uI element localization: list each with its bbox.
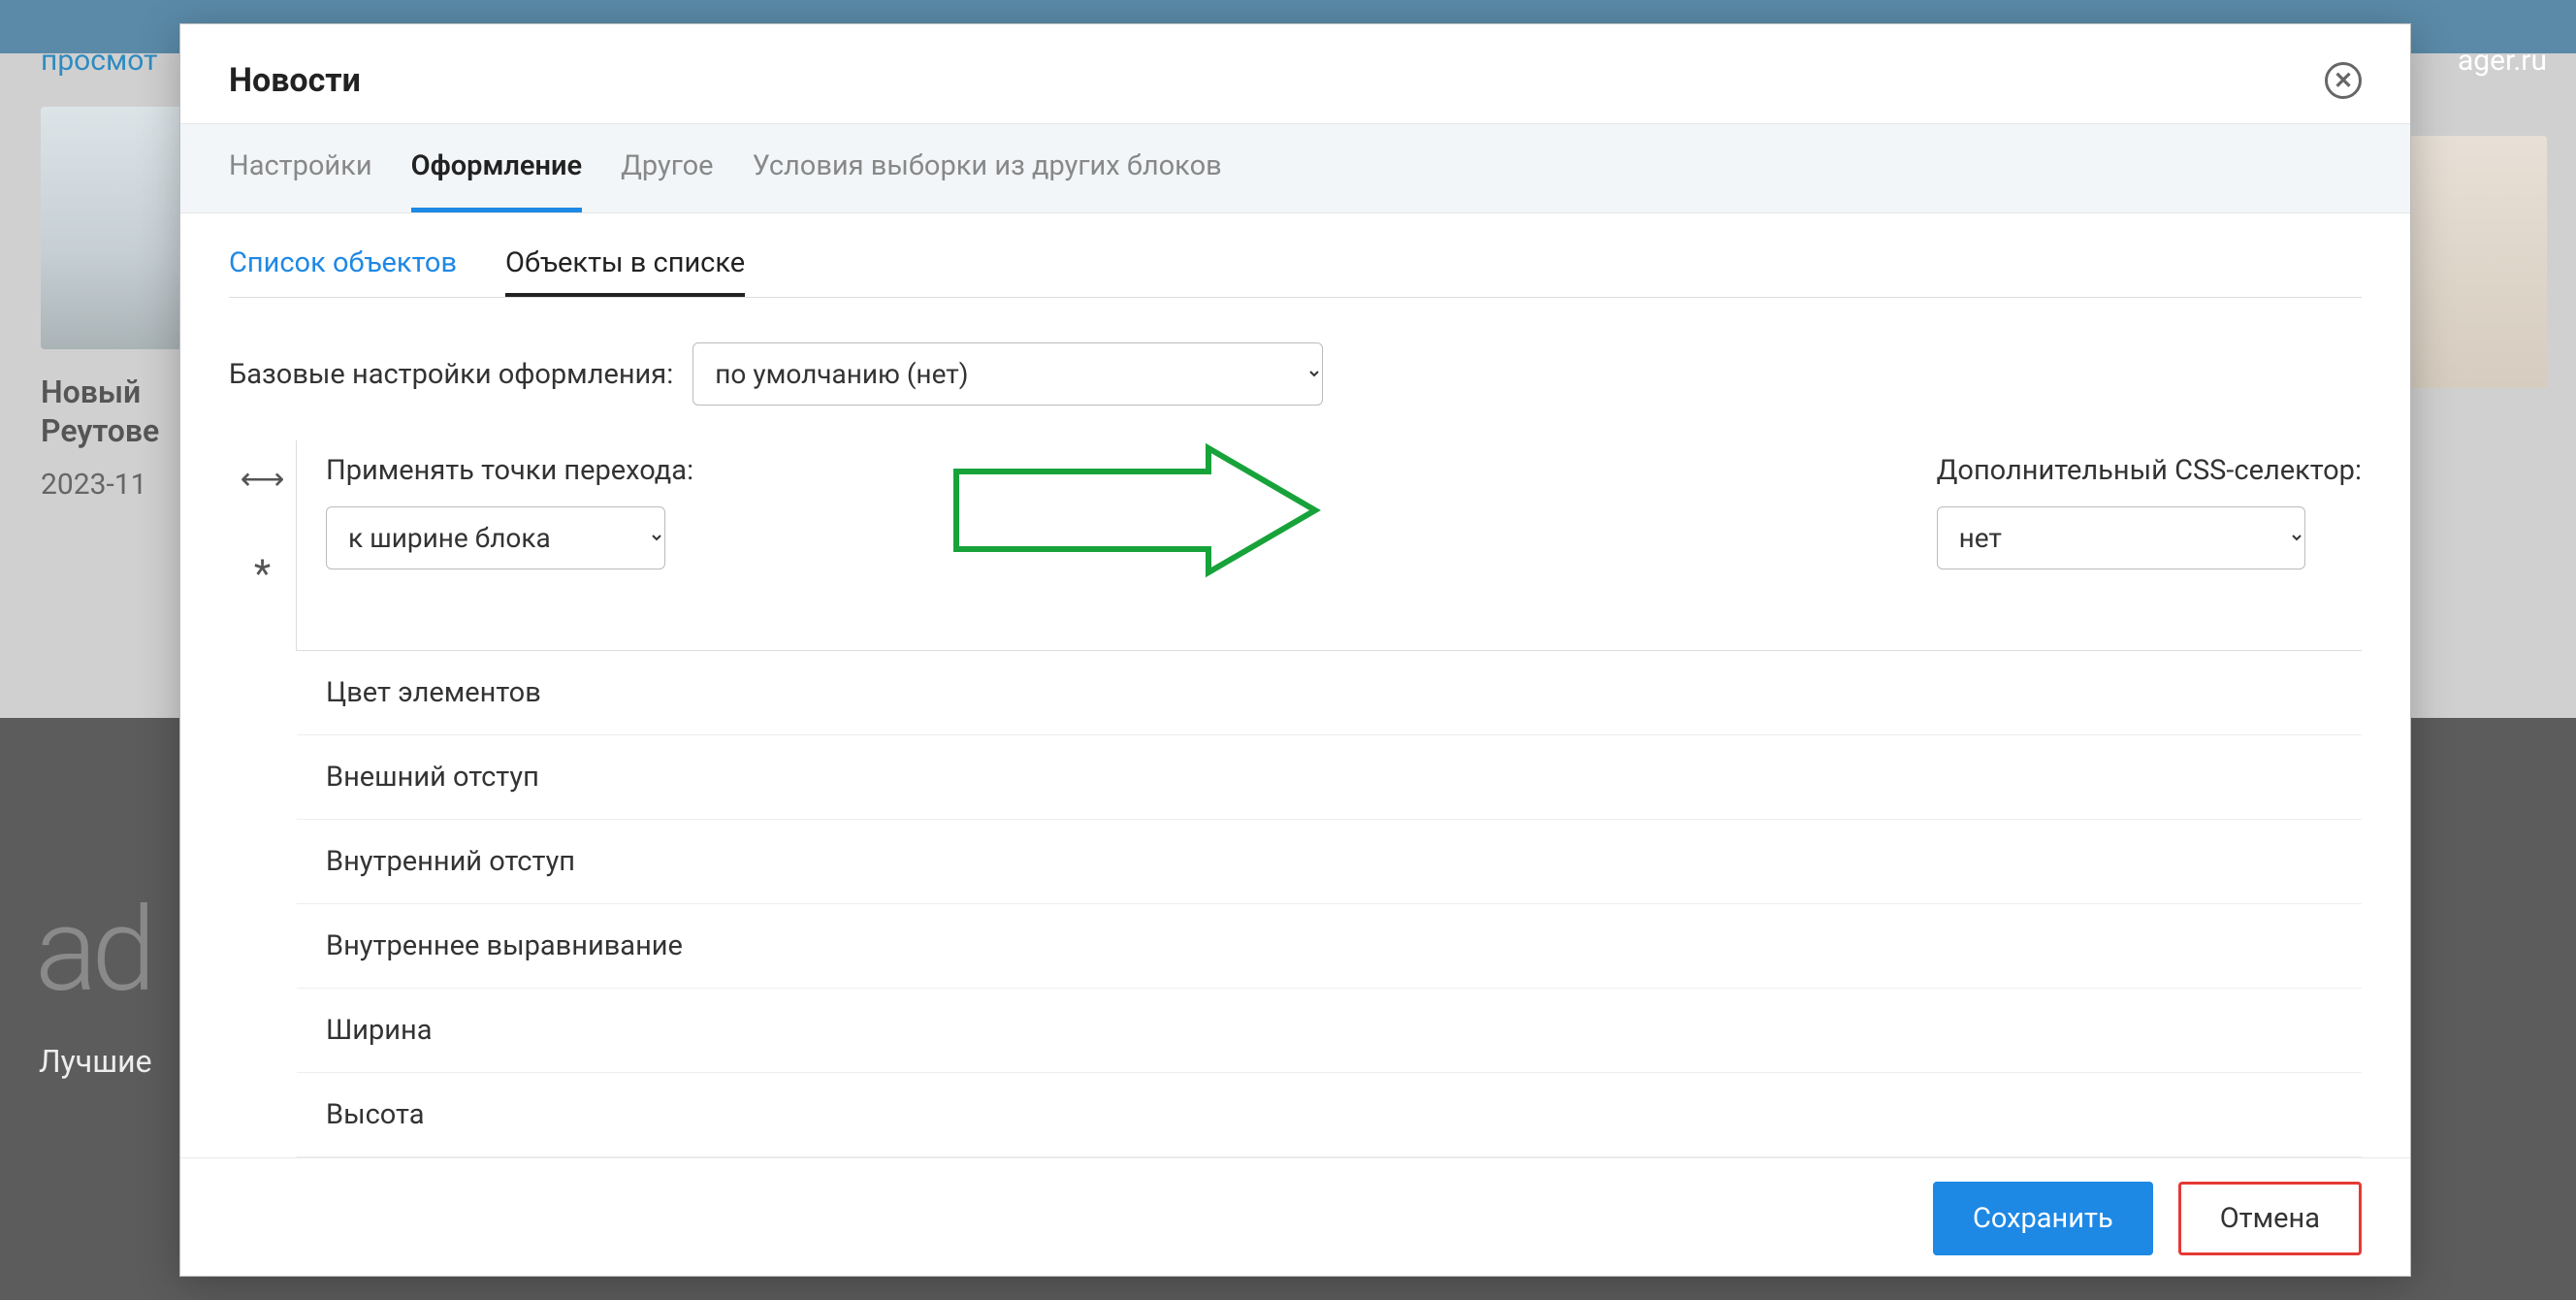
left-icon-column: ⟷ * <box>229 440 297 651</box>
tab-settings[interactable]: Настройки <box>229 124 372 212</box>
property-list: Цвет элементов Внешний отступ Внутренний… <box>180 651 2410 1157</box>
bg-footer-tagline: Лучшие <box>39 1043 152 1080</box>
bg-link-right: ager.ru <box>2458 44 2547 78</box>
close-icon: ✕ <box>2334 67 2353 94</box>
base-settings-label: Базовые настройки оформления: <box>229 358 673 391</box>
tab-conditions[interactable]: Условия выборки из других блоков <box>753 124 1222 212</box>
prop-color[interactable]: Цвет элементов <box>297 651 2362 735</box>
breakpoints-group: Применять точки перехода: к ширине блока <box>326 454 693 569</box>
resize-horizontal-icon[interactable]: ⟷ <box>241 460 285 497</box>
css-selector-select[interactable]: нет <box>1937 506 2305 569</box>
primary-tabs: Настройки Оформление Другое Условия выбо… <box>180 123 2410 213</box>
modal-header: Новости ✕ <box>180 24 2410 123</box>
settings-modal: Новости ✕ Настройки Оформление Другое Ус… <box>179 23 2411 1277</box>
breakpoints-select[interactable]: к ширине блока <box>326 506 665 569</box>
breakpoints-label: Применять точки перехода: <box>326 454 693 487</box>
mid-content: Применять точки перехода: к ширине блока… <box>297 440 2362 651</box>
save-button[interactable]: Сохранить <box>1933 1182 2153 1255</box>
cancel-button[interactable]: Отмена <box>2178 1182 2362 1255</box>
prop-width[interactable]: Ширина <box>297 989 2362 1073</box>
prop-align[interactable]: Внутреннее выравнивание <box>297 904 2362 989</box>
base-settings-select[interactable]: по умолчанию (нет) <box>692 342 1323 406</box>
prop-height[interactable]: Высота <box>297 1073 2362 1157</box>
tab-appearance[interactable]: Оформление <box>411 124 583 212</box>
asterisk-icon[interactable]: * <box>254 551 271 597</box>
css-selector-group: Дополнительный CSS-селектор: нет <box>1937 454 2362 569</box>
mid-section: ⟷ * Применять точки перехода: к ширине б… <box>180 440 2410 651</box>
tab-other[interactable]: Другое <box>621 124 713 212</box>
arrow-annotation <box>947 442 1325 578</box>
subtab-object-list[interactable]: Список объектов <box>229 246 457 297</box>
base-settings-row: Базовые настройки оформления: по умолчан… <box>180 298 2410 440</box>
close-button[interactable]: ✕ <box>2325 62 2362 99</box>
css-selector-label: Дополнительный CSS-селектор: <box>1937 454 2362 487</box>
bg-link-left: просмот <box>41 44 157 78</box>
subtab-objects-in-list[interactable]: Объекты в списке <box>505 246 745 297</box>
secondary-tabs: Список объектов Объекты в списке <box>229 213 2362 298</box>
bg-footer-logo: ad <box>35 883 150 1019</box>
prop-margin[interactable]: Внешний отступ <box>297 735 2362 820</box>
modal-title: Новости <box>229 61 361 100</box>
modal-footer: Сохранить Отмена <box>180 1157 2410 1279</box>
prop-padding[interactable]: Внутренний отступ <box>297 820 2362 904</box>
